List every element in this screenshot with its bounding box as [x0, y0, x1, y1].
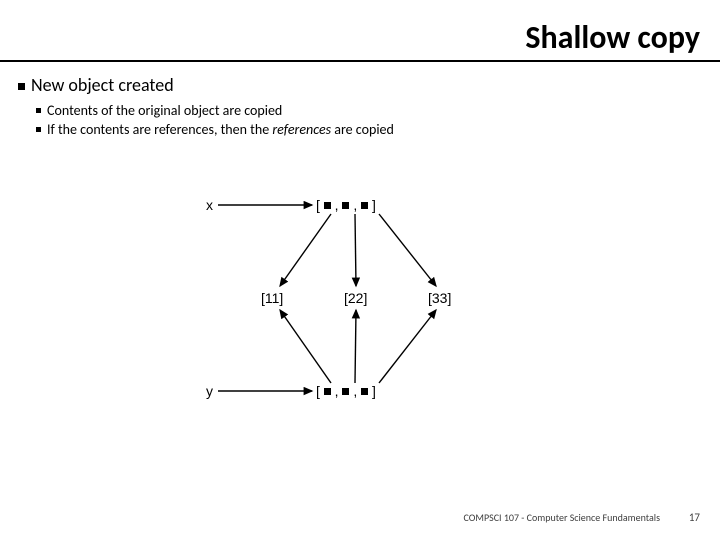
list-y: [ , , ] — [316, 383, 376, 399]
var-x-label: x — [206, 197, 213, 213]
bracket-close: ] — [372, 197, 376, 213]
bullet-level2-b-post: are copied — [331, 121, 394, 138]
comma: , — [335, 197, 339, 213]
inner-list-2: [22] — [344, 290, 367, 306]
comma: , — [353, 383, 357, 399]
bullet-level2-b-emph: references — [272, 121, 331, 138]
square-bullet-icon — [36, 127, 41, 132]
bullet-level2-a-text: Contents of the original object are copi… — [47, 102, 282, 119]
square-bullet-icon — [36, 108, 41, 113]
comma: , — [353, 197, 357, 213]
bracket-open: [ — [316, 383, 320, 399]
var-y-label: y — [206, 383, 213, 399]
bullet-level1-text: New object created — [31, 74, 174, 96]
bracket-open: [ — [316, 197, 320, 213]
bullet-level1: New object created — [18, 74, 702, 96]
ref-slot-icon — [324, 202, 331, 209]
body-text: New object created Contents of the origi… — [18, 74, 702, 140]
bullet-level2-b: If the contents are references, then the… — [36, 121, 702, 138]
bullet-level2-a: Contents of the original object are copi… — [36, 102, 702, 119]
ref-slot-icon — [342, 202, 349, 209]
ref-slot-icon — [342, 388, 349, 395]
ref-slot-icon — [361, 388, 368, 395]
page-title: Shallow copy — [525, 18, 700, 57]
list-x: [ , , ] — [316, 197, 376, 213]
footer-page-number: 17 — [689, 511, 700, 524]
ref-slot-icon — [324, 388, 331, 395]
square-bullet-icon — [18, 83, 25, 90]
ref-slot-icon — [361, 202, 368, 209]
comma: , — [335, 383, 339, 399]
bullet-level2-b-pre: If the contents are references, then the — [47, 121, 272, 138]
footer-course: COMPSCI 107 - Computer Science Fundament… — [464, 511, 660, 524]
inner-list-1: [11] — [261, 290, 283, 306]
title-rule — [0, 60, 720, 62]
inner-list-3: [33] — [428, 290, 451, 306]
bracket-close: ] — [372, 383, 376, 399]
